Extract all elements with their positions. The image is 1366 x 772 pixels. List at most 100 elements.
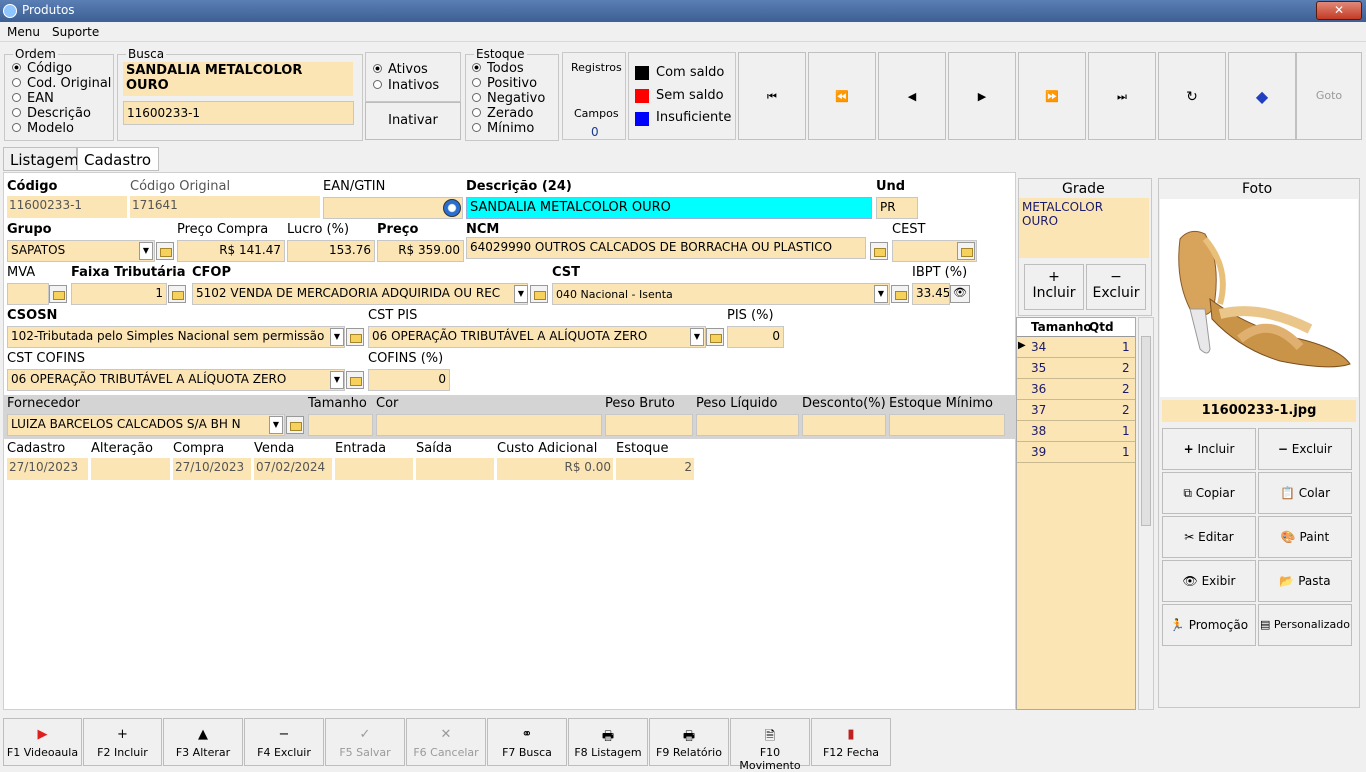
- descricao-field[interactable]: SANDALIA METALCOLOR OURO: [466, 197, 872, 219]
- fornecedor-select[interactable]: LUIZA BARCELOS CALCADOS S/A BH N: [7, 414, 285, 436]
- ibpt-eye-icon[interactable]: 👁: [950, 285, 970, 303]
- peso-bruto-field[interactable]: [605, 414, 693, 436]
- cst-pis-dropdown-icon[interactable]: ▼: [690, 328, 704, 346]
- estoque-minimo-radio[interactable]: Mínimo: [472, 121, 534, 136]
- editar-button[interactable]: ✂ Editar: [1162, 516, 1256, 558]
- tab-cadastro[interactable]: Cadastro: [77, 147, 159, 171]
- f10-movimento-button[interactable]: 🗎 F10 Movimento: [730, 718, 810, 772]
- colar-button[interactable]: 📋 Colar: [1258, 472, 1352, 514]
- cofins-field[interactable]: 0: [368, 369, 450, 391]
- preco-compra-field[interactable]: R$ 141.47: [177, 240, 285, 262]
- cst-pis-select[interactable]: 06 OPERAÇÃO TRIBUTÁVEL A ALÍQUOTA ZERO: [368, 326, 706, 348]
- desconto-field[interactable]: [802, 414, 886, 436]
- grade-incluir-button[interactable]: + Incluir: [1024, 264, 1084, 310]
- f7-busca-button[interactable]: ⚭ F7 Busca: [487, 718, 567, 766]
- inativar-button[interactable]: Inativar: [365, 102, 461, 140]
- menu-item-menu[interactable]: Menu: [7, 25, 40, 39]
- estoque-minimo-field[interactable]: [889, 414, 1005, 436]
- ncm-folder-icon[interactable]: [870, 242, 888, 260]
- cfop-dropdown-icon[interactable]: ▼: [514, 285, 528, 303]
- ean-field[interactable]: [323, 197, 463, 219]
- rewind-button[interactable]: ⏪: [808, 52, 876, 140]
- csosn-folder-icon[interactable]: [346, 328, 364, 346]
- cfop-select[interactable]: 5102 VENDA DE MERCADORIA ADQUIRIDA OU RE…: [192, 283, 528, 305]
- table-row[interactable]: 38 1: [1017, 421, 1135, 442]
- last-record-button[interactable]: ⏭: [1088, 52, 1156, 140]
- grade-scrollbar[interactable]: [1138, 317, 1154, 710]
- f3-alterar-button[interactable]: ▲ F3 Alterar: [163, 718, 243, 766]
- ordem-modelo-radio[interactable]: Modelo: [12, 121, 74, 136]
- fornecedor-dropdown-icon[interactable]: ▼: [269, 416, 283, 434]
- cst-folder-icon[interactable]: [891, 285, 909, 303]
- ativos-radio[interactable]: Ativos: [373, 62, 428, 77]
- pasta-button[interactable]: 📂 Pasta: [1258, 560, 1352, 602]
- paint-button[interactable]: 🎨 Paint: [1258, 516, 1352, 558]
- cst-cofins-select[interactable]: 06 OPERAÇÃO TRIBUTÁVEL A ALÍQUOTA ZERO: [7, 369, 345, 391]
- ordem-codigo-radio[interactable]: Código: [12, 61, 72, 76]
- inativos-radio[interactable]: Inativos: [373, 78, 439, 93]
- f1-videoaula-button[interactable]: ▶ F1 Videoaula: [3, 718, 82, 766]
- previous-button[interactable]: ◀: [878, 52, 946, 140]
- first-record-button[interactable]: ⏮: [738, 52, 806, 140]
- mva-field[interactable]: [7, 283, 49, 305]
- f8-listagem-button[interactable]: 🖶 F8 Listagem: [568, 718, 648, 766]
- peso-liquido-field[interactable]: [696, 414, 799, 436]
- f12-fecha-button[interactable]: ▮ F12 Fecha: [811, 718, 891, 766]
- mva-folder-icon[interactable]: [49, 285, 67, 303]
- ncm-field[interactable]: 64029990 OUTROS CALCADOS DE BORRACHA OU …: [466, 237, 866, 259]
- cor-field[interactable]: [376, 414, 602, 436]
- und-field[interactable]: PR: [876, 197, 918, 219]
- scrollbar-thumb[interactable]: [1141, 336, 1151, 526]
- cst-pis-folder-icon[interactable]: [706, 328, 724, 346]
- grade-excluir-button[interactable]: − Excluir: [1086, 264, 1146, 310]
- goto-button[interactable]: Goto: [1296, 52, 1362, 140]
- promocao-button[interactable]: 🏃 Promoção: [1162, 604, 1256, 646]
- estoque-negativo-radio[interactable]: Negativo: [472, 91, 545, 106]
- ean-search-icon[interactable]: [443, 199, 461, 217]
- personalizado-button[interactable]: ▤ Personalizado: [1258, 604, 1352, 646]
- estoque-zerado-radio[interactable]: Zerado: [472, 106, 533, 121]
- table-row[interactable]: 39 1: [1017, 442, 1135, 463]
- fast-forward-button[interactable]: ⏩: [1018, 52, 1086, 140]
- cst-cofins-dropdown-icon[interactable]: ▼: [330, 371, 344, 389]
- pis-field[interactable]: 0: [727, 326, 784, 348]
- foto-excluir-button[interactable]: − Excluir: [1258, 428, 1352, 470]
- eraser-button[interactable]: ◆: [1228, 52, 1296, 140]
- busca-input[interactable]: 11600233-1: [123, 101, 354, 125]
- copiar-button[interactable]: ⧉ Copiar: [1162, 472, 1256, 514]
- f4-excluir-button[interactable]: − F4 Excluir: [244, 718, 324, 766]
- csosn-dropdown-icon[interactable]: ▼: [330, 328, 344, 346]
- estoque-todos-radio[interactable]: Todos: [472, 61, 524, 76]
- f6-cancelar-button[interactable]: ✕ F6 Cancelar: [406, 718, 486, 766]
- table-row[interactable]: 37 2: [1017, 400, 1135, 421]
- menu-item-suporte[interactable]: Suporte: [52, 25, 99, 39]
- estoque-positivo-radio[interactable]: Positivo: [472, 76, 537, 91]
- f9-relatorio-button[interactable]: 🖶 F9 Relatório: [649, 718, 729, 766]
- grupo-select[interactable]: SAPATOS: [7, 240, 155, 262]
- table-row[interactable]: 36 2: [1017, 379, 1135, 400]
- lucro-field[interactable]: 153.76: [287, 240, 375, 262]
- grupo-folder-icon[interactable]: [156, 242, 174, 260]
- cst-select[interactable]: 040 Nacional - Isenta: [552, 283, 890, 305]
- faixa-field[interactable]: 1: [71, 283, 167, 305]
- ordem-ean-radio[interactable]: EAN: [12, 91, 54, 106]
- table-row[interactable]: 35 2: [1017, 358, 1135, 379]
- cst-cofins-folder-icon[interactable]: [346, 371, 364, 389]
- ordem-descricao-radio[interactable]: Descrição: [12, 106, 91, 121]
- ibpt-field[interactable]: 33.45: [912, 283, 950, 305]
- tamanho-field[interactable]: [308, 414, 373, 436]
- next-button[interactable]: ▶: [948, 52, 1016, 140]
- close-button[interactable]: ✕: [1316, 1, 1362, 20]
- cest-folder-icon[interactable]: [957, 242, 975, 260]
- table-row[interactable]: ▶ 34 1: [1017, 337, 1135, 358]
- ordem-cod-original-radio[interactable]: Cod. Original: [12, 76, 111, 91]
- cfop-folder-icon[interactable]: [530, 285, 548, 303]
- tab-listagem[interactable]: Listagem: [3, 147, 79, 171]
- refresh-button[interactable]: ↻: [1158, 52, 1226, 140]
- f2-incluir-button[interactable]: + F2 Incluir: [83, 718, 162, 766]
- f5-salvar-button[interactable]: ✓ F5 Salvar: [325, 718, 405, 766]
- preco-field[interactable]: R$ 359.00: [377, 240, 464, 262]
- foto-incluir-button[interactable]: + Incluir: [1162, 428, 1256, 470]
- csosn-select[interactable]: 102-Tributada pelo Simples Nacional sem …: [7, 326, 345, 348]
- faixa-folder-icon[interactable]: [168, 285, 186, 303]
